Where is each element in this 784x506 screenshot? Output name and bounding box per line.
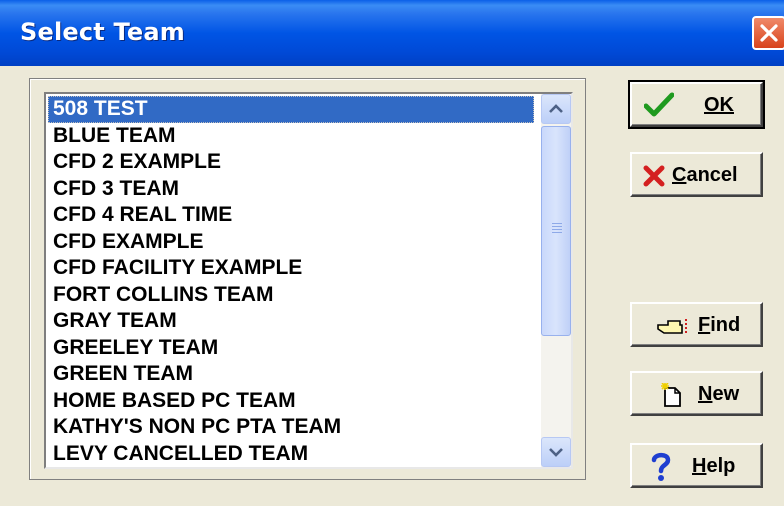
find-label: Find (698, 314, 741, 336)
scroll-up-button[interactable] (541, 94, 571, 124)
team-list-item[interactable]: CFD 3 TEAM (48, 176, 534, 203)
team-list-item[interactable]: BLUE TEAM (48, 123, 534, 150)
pointing-hand-icon (657, 319, 687, 335)
cancel-label: Cancel (672, 164, 738, 186)
find-button[interactable]: Find (630, 302, 763, 347)
arrow-down-icon (549, 448, 563, 457)
team-list-item[interactable]: CFD 4 REAL TIME (48, 202, 534, 229)
team-list-item[interactable]: LEVY NON PRIMARY CARE TM (48, 467, 534, 469)
help-label: Help (692, 455, 736, 477)
vertical-scrollbar[interactable] (541, 94, 571, 467)
team-list-item[interactable]: GREEN TEAM (48, 361, 534, 388)
close-icon (760, 24, 778, 42)
close-button[interactable] (752, 16, 784, 50)
scroll-thumb[interactable] (541, 126, 571, 336)
thumb-grip (552, 223, 562, 224)
checkmark-icon (644, 92, 674, 117)
arrow-up-icon (549, 104, 563, 113)
team-list-item[interactable]: FORT COLLINS TEAM (48, 282, 534, 309)
new-label: New (698, 383, 740, 405)
new-button[interactable]: New (630, 371, 763, 416)
team-list-item[interactable]: 508 TEST (48, 96, 534, 123)
ok-label: OK (704, 94, 734, 116)
team-list-item[interactable]: CFD FACILITY EXAMPLE (48, 255, 534, 282)
team-listbox[interactable]: 508 TEST BLUE TEAM CFD 2 EXAMPLE CFD 3 TEAM… (44, 92, 573, 469)
help-button[interactable]: Help (630, 443, 763, 488)
team-list-item[interactable]: CFD 2 EXAMPLE (48, 149, 534, 176)
thumb-grip (552, 232, 562, 233)
new-document-icon (661, 383, 681, 407)
x-icon (643, 165, 665, 187)
team-list-item[interactable]: LEVY CANCELLED TEAM (48, 441, 534, 468)
select-team-dialog: Select Team 508 TEST BLUE TEAM CFD 2 EXAMP… (0, 0, 784, 506)
cancel-button[interactable]: Cancel (630, 152, 763, 197)
window-title: Select Team (20, 18, 185, 46)
ok-button[interactable]: OK (628, 80, 765, 129)
team-list-item[interactable]: KATHY'S NON PC PTA TEAM (48, 414, 534, 441)
title-bar[interactable]: Select Team (0, 0, 784, 66)
scroll-down-button[interactable] (541, 437, 571, 467)
team-list-item[interactable]: GREELEY TEAM (48, 335, 534, 362)
question-mark-icon (651, 452, 671, 481)
team-list-item[interactable]: HOME BASED PC TEAM (48, 388, 534, 415)
thumb-grip (552, 229, 562, 230)
team-list-item[interactable]: CFD EXAMPLE (48, 229, 534, 256)
thumb-grip (552, 226, 562, 227)
team-list-items: 508 TEST BLUE TEAM CFD 2 EXAMPLE CFD 3 TEAM… (48, 96, 534, 469)
team-list-item[interactable]: GRAY TEAM (48, 308, 534, 335)
